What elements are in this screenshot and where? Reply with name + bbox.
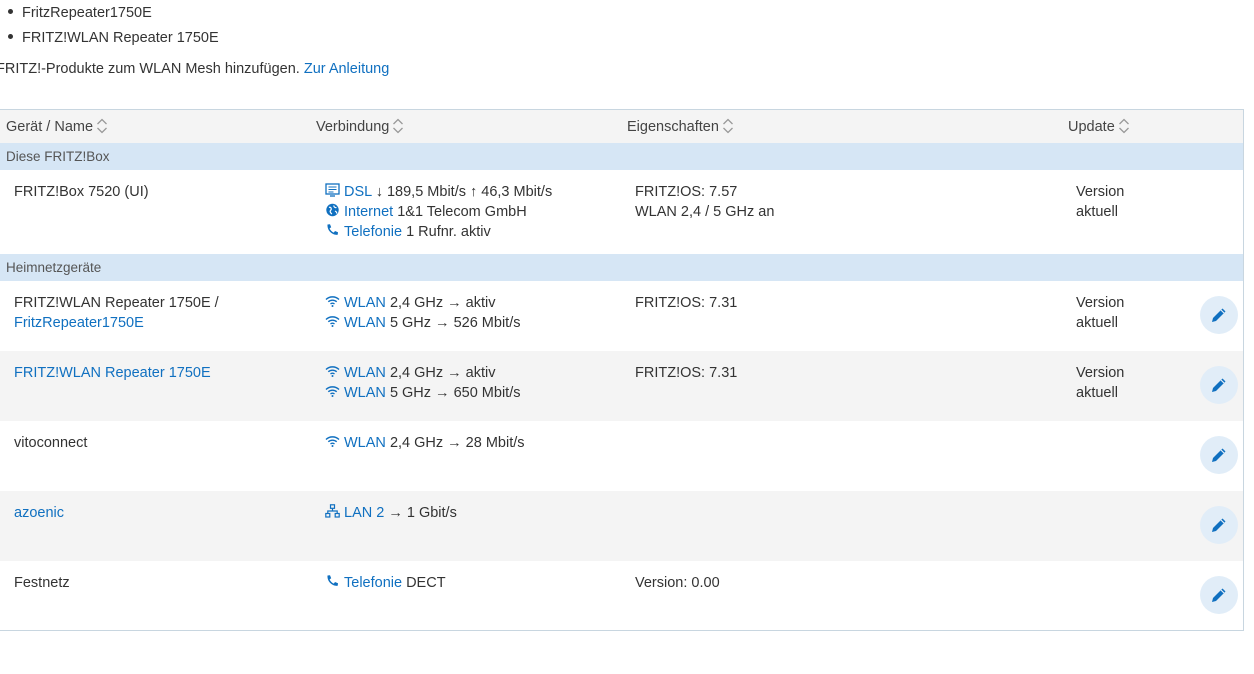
os-version: FRITZ!OS: 7.31 <box>635 365 738 381</box>
list-item: FritzRepeater1750E <box>8 5 152 21</box>
provider-name: 1&1 Telecom GmbH <box>397 204 527 220</box>
column-header-device[interactable]: Gerät / Name <box>6 118 108 136</box>
list-item-text: FritzRepeater1750E <box>22 5 152 21</box>
column-header-properties[interactable]: Eigenschaften <box>627 118 734 136</box>
table-row: FRITZ!Box 7520 (UI) DSL ↓ 189,5 Mbit/s ↑… <box>0 170 1243 254</box>
edit-button[interactable] <box>1200 296 1238 334</box>
wifi-icon <box>325 366 340 378</box>
wlan-link[interactable]: WLAN <box>344 385 386 401</box>
device-name: FRITZ!WLAN Repeater 1750E / FritzRepeate… <box>14 295 219 333</box>
telephony-link[interactable]: Telefonie <box>344 224 402 240</box>
wifi-icon <box>325 386 340 398</box>
table-row: azoenic LAN 2 → 1 Gbit/s <box>0 491 1243 561</box>
update-cell: Version aktuell <box>1076 365 1125 401</box>
update-cell: Version aktuell <box>1076 295 1125 331</box>
table-row: FRITZ!WLAN Repeater 1750E WLAN 2,4 GHz →… <box>0 351 1243 421</box>
wifi-icon <box>325 296 340 308</box>
properties-cell: FRITZ!OS: 7.57 WLAN 2,4 / 5 GHz an <box>635 182 774 222</box>
pencil-icon <box>1212 308 1226 322</box>
mesh-device-table: Gerät / Name Verbindung Eigenschaften Up… <box>0 109 1244 631</box>
dsl-link[interactable]: DSL <box>344 184 372 200</box>
column-header-update[interactable]: Update <box>1068 118 1130 136</box>
device-name-link[interactable]: FritzRepeater1750E <box>14 313 219 333</box>
intro-text: FRITZ!-Produkte zum WLAN Mesh hinzufügen… <box>0 61 300 77</box>
device-name: FRITZ!Box 7520 (UI) <box>14 184 149 200</box>
telephony-status: 1 Rufnr. aktiv <box>406 224 491 240</box>
telephony-link[interactable]: Telefonie <box>344 575 402 591</box>
wlan-status: WLAN 2,4 / 5 GHz an <box>635 204 775 220</box>
firmware-version: Version: 0.00 <box>635 575 720 591</box>
phone-icon <box>327 224 338 236</box>
edit-button[interactable] <box>1200 436 1238 474</box>
group-header-fritzbox: Diese FRITZ!Box <box>0 143 1243 170</box>
pencil-icon <box>1212 518 1226 532</box>
edit-button[interactable] <box>1200 576 1238 614</box>
list-item-text: FRITZ!WLAN Repeater 1750E <box>22 30 219 46</box>
dsl-icon <box>325 183 340 197</box>
list-item: FRITZ!WLAN Repeater 1750E <box>8 30 219 46</box>
os-version: FRITZ!OS: 7.57 <box>635 184 738 200</box>
connection-cell: Telefonie DECT <box>325 573 446 593</box>
bullet-dot <box>8 33 13 39</box>
connection-cell: DSL ↓ 189,5 Mbit/s ↑ 46,3 Mbit/s Interne… <box>325 182 552 242</box>
dsl-speed: ↓ 189,5 Mbit/s ↑ 46,3 Mbit/s <box>375 184 553 200</box>
pencil-icon <box>1212 378 1226 392</box>
table-row: FRITZ!WLAN Repeater 1750E / FritzRepeate… <box>0 281 1243 351</box>
pencil-icon <box>1212 448 1226 462</box>
edit-button[interactable] <box>1200 506 1238 544</box>
update-cell: Version aktuell <box>1076 184 1125 220</box>
sort-icon <box>1118 118 1129 134</box>
phone-icon <box>327 575 338 587</box>
wlan-link[interactable]: WLAN <box>344 315 386 331</box>
sort-icon <box>393 118 404 134</box>
lan-icon <box>325 504 340 518</box>
wlan-link[interactable]: WLAN <box>344 365 386 381</box>
device-name-link[interactable]: FRITZ!WLAN Repeater 1750E <box>14 363 211 383</box>
sort-icon <box>97 118 107 134</box>
sort-icon <box>722 118 733 134</box>
edit-button[interactable] <box>1200 366 1238 404</box>
mesh-intro-text: FRITZ!-Produkte zum WLAN Mesh hinzufügen… <box>0 61 389 77</box>
table-row: Festnetz Telefonie DECT Version: 0.00 <box>0 561 1243 631</box>
device-name: vitoconnect <box>14 435 88 451</box>
device-name-link[interactable]: azoenic <box>14 503 64 523</box>
wifi-icon <box>325 316 340 328</box>
internet-link[interactable]: Internet <box>344 204 393 220</box>
column-header-connection[interactable]: Verbindung <box>316 118 404 136</box>
wifi-icon <box>325 436 340 448</box>
connection-cell: WLAN 2,4 GHz → aktiv WLAN 5 GHz → 526 Mb… <box>325 293 520 333</box>
group-header-home-network: Heimnetzgeräte <box>0 254 1243 281</box>
table-header: Gerät / Name Verbindung Eigenschaften Up… <box>0 110 1243 143</box>
wlan-link[interactable]: WLAN <box>344 295 386 311</box>
guide-link[interactable]: Zur Anleitung <box>304 61 389 77</box>
os-version: FRITZ!OS: 7.31 <box>635 295 738 311</box>
connection-cell: WLAN 2,4 GHz → 28 Mbit/s <box>325 433 525 453</box>
bullet-dot <box>8 8 13 14</box>
connection-cell: LAN 2 → 1 Gbit/s <box>325 503 457 523</box>
connection-cell: WLAN 2,4 GHz → aktiv WLAN 5 GHz → 650 Mb… <box>325 363 520 403</box>
globe-icon <box>326 203 339 217</box>
lan-link[interactable]: LAN 2 <box>344 505 384 521</box>
table-row: vitoconnect WLAN 2,4 GHz → 28 Mbit/s <box>0 421 1243 491</box>
device-name: Festnetz <box>14 575 70 591</box>
wlan-link[interactable]: WLAN <box>344 435 386 451</box>
pencil-icon <box>1212 588 1226 602</box>
